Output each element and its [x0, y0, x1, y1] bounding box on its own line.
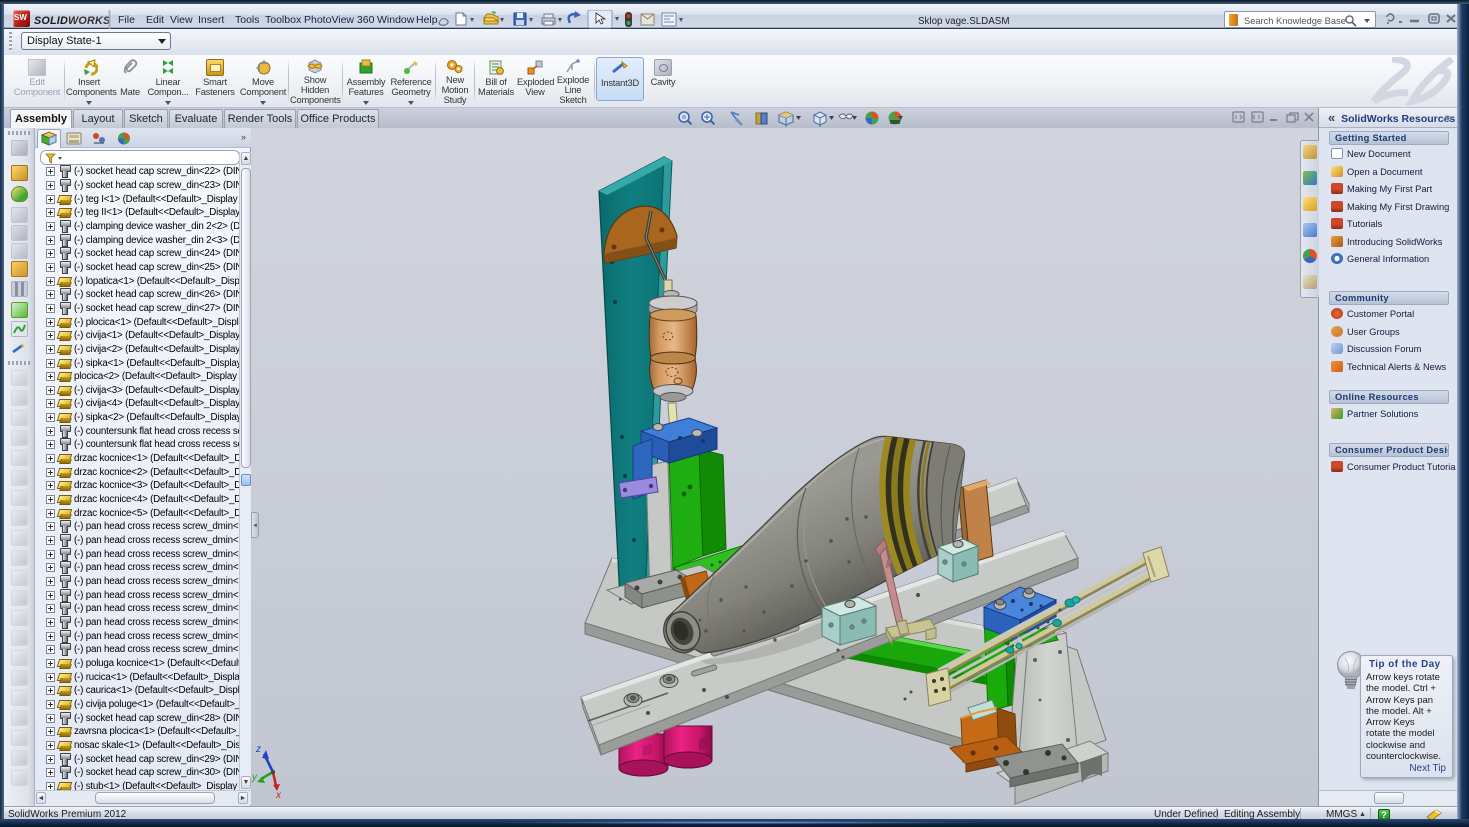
- svg-text:z: z: [255, 744, 261, 755]
- svg-text:y: y: [251, 772, 258, 783]
- svg-text:x: x: [275, 790, 282, 801]
